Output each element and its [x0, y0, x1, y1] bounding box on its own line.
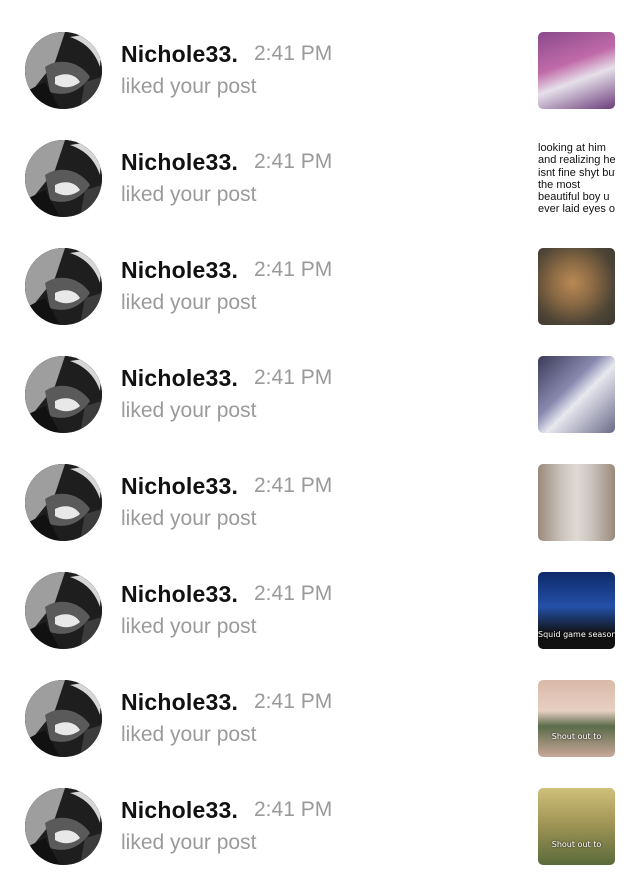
post-thumbnail[interactable]	[538, 32, 615, 109]
avatar[interactable]	[25, 32, 102, 109]
notification-row[interactable]: Nichole33. 2:41 PM liked your post looking …	[0, 140, 640, 248]
post-thumbnail[interactable]	[538, 464, 615, 541]
username[interactable]: Nichole33.	[121, 581, 238, 608]
avatar[interactable]	[25, 464, 102, 541]
username[interactable]: Nichole33.	[121, 365, 238, 392]
quote-line: and realizing he	[538, 154, 615, 167]
action-text: liked your post	[121, 723, 257, 746]
quote-line: looking at him	[538, 142, 606, 154]
timestamp: 2:41 PM	[254, 582, 333, 605]
quote-line: isnt fine shyt but	[538, 166, 615, 179]
timestamp: 2:41 PM	[254, 690, 333, 713]
timestamp: 2:41 PM	[254, 150, 333, 173]
avatar[interactable]	[25, 140, 102, 217]
thumbnail-caption: Shout out to	[551, 840, 602, 849]
avatar[interactable]	[25, 572, 102, 649]
post-thumbnail[interactable]	[538, 248, 615, 325]
notification-row[interactable]: Nichole33. 2:41 PM liked your post	[0, 32, 640, 140]
notification-row[interactable]: Nichole33. 2:41 PM liked your post	[0, 248, 640, 356]
avatar[interactable]	[25, 248, 102, 325]
thumbnail-caption: Shout out to	[551, 732, 602, 741]
notification-row[interactable]: Nichole33. 2:41 PM liked your post Shout ou…	[0, 788, 640, 896]
username[interactable]: Nichole33.	[121, 473, 238, 500]
notification-row[interactable]: Nichole33. 2:41 PM liked your post Shout ou…	[0, 680, 640, 788]
post-thumbnail[interactable]: Squid game season 3	[538, 572, 615, 649]
action-text: liked your post	[121, 831, 257, 854]
quote-line: ever laid eyes on	[538, 203, 615, 216]
quote-line: beautiful boy u	[538, 191, 610, 204]
avatar[interactable]	[25, 680, 102, 757]
timestamp: 2:41 PM	[254, 474, 333, 497]
timestamp: 2:41 PM	[254, 798, 333, 821]
username[interactable]: Nichole33.	[121, 689, 238, 716]
thumbnail-caption: Squid game season 3	[538, 630, 615, 639]
username[interactable]: Nichole33.	[121, 41, 238, 68]
action-text: liked your post	[121, 75, 257, 98]
avatar[interactable]	[25, 788, 102, 865]
notification-row[interactable]: Nichole33. 2:41 PM liked your post	[0, 356, 640, 464]
notification-row[interactable]: Nichole33. 2:41 PM liked your post	[0, 464, 640, 572]
action-text: liked your post	[121, 615, 257, 638]
username[interactable]: Nichole33.	[121, 149, 238, 176]
username[interactable]: Nichole33.	[121, 257, 238, 284]
quote-line: the most	[538, 178, 581, 191]
username[interactable]: Nichole33.	[121, 797, 238, 824]
post-thumbnail[interactable]	[538, 356, 615, 433]
action-text: liked your post	[121, 291, 257, 314]
quote-text: looking at him and realizing he isnt fine …	[538, 142, 615, 216]
post-thumbnail[interactable]: Shout out to	[538, 680, 615, 757]
timestamp: 2:41 PM	[254, 258, 333, 281]
action-text: liked your post	[121, 183, 257, 206]
action-text: liked your post	[121, 507, 257, 530]
post-thumbnail[interactable]: Shout out to	[538, 788, 615, 865]
notification-row[interactable]: Nichole33. 2:41 PM liked your post Squid ga…	[0, 572, 640, 680]
timestamp: 2:41 PM	[254, 42, 333, 65]
avatar[interactable]	[25, 356, 102, 433]
action-text: liked your post	[121, 399, 257, 422]
post-thumbnail[interactable]: looking at him and realizing he isnt fine …	[538, 140, 615, 217]
timestamp: 2:41 PM	[254, 366, 333, 389]
